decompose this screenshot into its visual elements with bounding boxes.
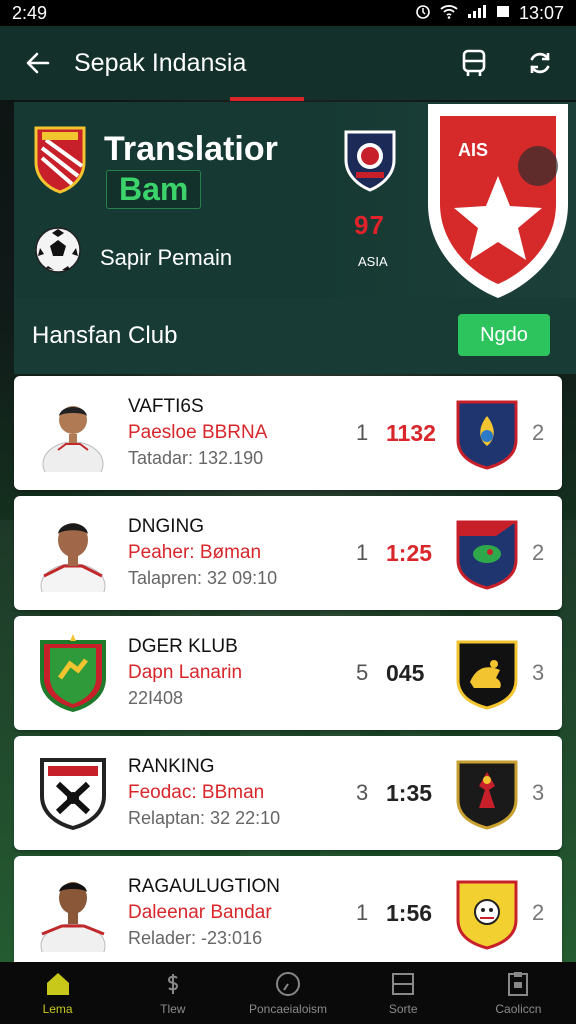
hero-title: Translatior [104, 130, 278, 168]
arrow-left-icon [26, 52, 50, 74]
match-rank: 3 [356, 780, 369, 805]
match-right-value: 2 [532, 420, 545, 445]
match-right-value: 3 [532, 780, 545, 805]
match-rank: 1 [356, 420, 369, 445]
match-list: VAFTI6S Paesloe BBRNA Tatadar: 132.190 1… [14, 376, 562, 976]
top-app-bar: Sepak Indansia [0, 26, 576, 100]
match-subtitle: Feodac: BBman [128, 782, 265, 803]
match-subtitle: Peaher: Bøman [128, 542, 262, 563]
wifi-icon [439, 3, 459, 24]
match-rank: 1 [356, 540, 369, 565]
section-action-button[interactable]: Ngdo [458, 314, 550, 356]
signal-icon [467, 3, 487, 24]
match-name: RAGAULUGTION [128, 876, 281, 897]
bus-button[interactable] [458, 47, 490, 79]
match-meta: Talapren: 32 09:10 [128, 568, 278, 588]
match-subtitle: Daleenar Bandar [128, 902, 272, 923]
match-right-value: 2 [532, 900, 545, 925]
status-time: 2:49 [12, 2, 48, 23]
player-avatar [40, 523, 106, 592]
nav-label: Poncaeialoism [248, 1002, 328, 1016]
match-meta: Relader: -23:016 [128, 928, 263, 948]
dollar-icon [159, 970, 187, 998]
nav-poncaeialoism[interactable]: Poncaeialoism [230, 962, 345, 1024]
match-meta: Relaptan: 32 22:10 [128, 808, 281, 828]
nav-caoliccn[interactable]: Caoliccn [461, 962, 576, 1024]
match-score: 1132 [386, 420, 436, 446]
list-item[interactable]: DNGING Peaher: Bøman Talapren: 32 09:10 … [14, 496, 562, 610]
hero-subtitle: Sapir Pemain [100, 245, 233, 270]
hero-banner[interactable]: Translatior Bam Sapir Pemain 97 ASIA AIS [14, 102, 576, 298]
list-item[interactable]: RAGAULUGTION Daleenar Bandar Relader: -2… [14, 856, 562, 970]
list-item[interactable]: DGER KLUB Dapn Lanarin 22I408 5 045 3 [14, 616, 562, 730]
team-crest-icon [456, 760, 518, 830]
match-meta: Tatadar: 132.190 [128, 448, 264, 468]
nav-label: Caoliccn [495, 1002, 542, 1016]
soccer-ball-icon [35, 227, 81, 273]
section-title: Hansfan Club [32, 322, 178, 349]
page-title: Sepak Indansia [74, 48, 247, 77]
shield-emblem-icon [344, 130, 396, 192]
match-name: RANKING [128, 756, 215, 777]
back-button[interactable] [20, 45, 56, 81]
battery-icon [495, 3, 511, 24]
club-crest-icon [40, 758, 106, 831]
nav-tlew[interactable]: Tlew [115, 962, 230, 1024]
large-club-crest-icon: AIS [428, 104, 568, 298]
match-subtitle: Dapn Lanarin [128, 662, 243, 683]
refresh-button[interactable] [524, 47, 556, 79]
club-crest-icon [40, 634, 106, 712]
team-crest-icon [456, 400, 518, 470]
bus-icon [462, 49, 486, 76]
active-tab-indicator [230, 97, 304, 101]
clock-icon [274, 970, 302, 998]
match-score: 1:56 [386, 900, 433, 926]
nav-label: Sorte [388, 1002, 418, 1016]
hero-stat-caption: ASIA [358, 254, 388, 269]
match-name: DGER KLUB [128, 636, 238, 657]
team-crest-icon [456, 880, 518, 950]
list-item[interactable]: RANKING Feodac: BBman Relaptan: 32 22:10… [14, 736, 562, 850]
nav-sorte[interactable]: Sorte [346, 962, 461, 1024]
nav-label: Lema [42, 1002, 73, 1016]
match-right-value: 3 [532, 660, 545, 685]
match-score: 1:35 [386, 780, 433, 806]
hero-badge: Bam [106, 170, 202, 209]
bottom-navigation: Lema Tlew Poncaeialoism Sorte Caoliccn [0, 962, 576, 1024]
match-meta: 22I408 [128, 688, 184, 708]
svg-text:AIS: AIS [458, 140, 488, 160]
match-subtitle: Paesloe BBRNA [128, 422, 268, 443]
status-right-text: 13:07 [518, 2, 564, 23]
match-right-value: 2 [532, 540, 545, 565]
nav-label: Tlew [160, 1002, 186, 1016]
refresh-icon [530, 52, 550, 74]
status-bar: 2:49 13:07 [0, 0, 576, 26]
club-crest-icon [34, 126, 86, 194]
clipboard-icon [504, 970, 532, 998]
match-name: VAFTI6S [128, 396, 204, 417]
alarm-icon [415, 3, 431, 24]
nav-home[interactable]: Lema [0, 962, 115, 1024]
team-crest-icon [456, 520, 518, 590]
match-rank: 1 [356, 900, 369, 925]
match-name: DNGING [128, 516, 204, 537]
square-icon [389, 970, 417, 998]
match-score: 045 [386, 660, 425, 686]
team-crest-icon [456, 640, 518, 710]
hero-stat-value: 97 [354, 210, 385, 240]
player-avatar [40, 882, 106, 952]
list-item[interactable]: VAFTI6S Paesloe BBRNA Tatadar: 132.190 1… [14, 376, 562, 490]
club-section-header: Hansfan Club Ngdo [14, 298, 576, 374]
player-avatar [42, 406, 104, 472]
match-rank: 5 [356, 660, 369, 685]
home-icon [44, 970, 72, 998]
match-score: 1:25 [386, 540, 433, 566]
